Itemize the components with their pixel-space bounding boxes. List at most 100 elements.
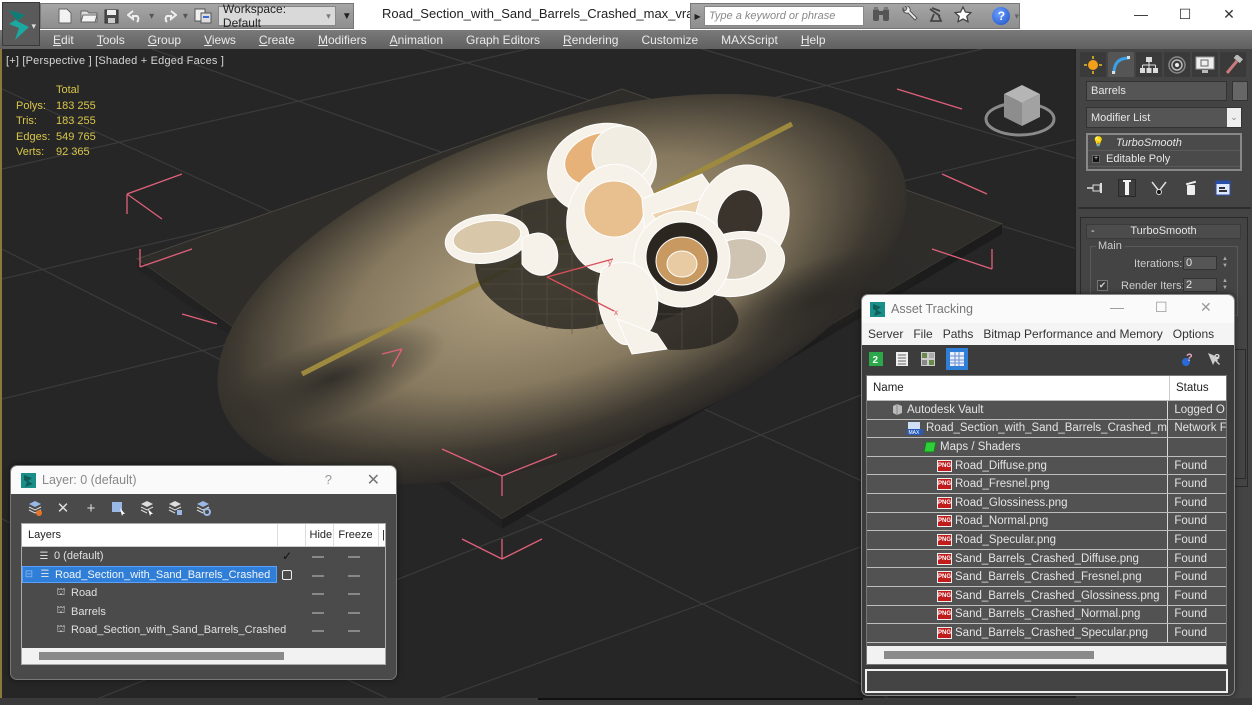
set-current-layer-box[interactable]: [282, 569, 292, 580]
undo-icon[interactable]: [126, 7, 143, 25]
menu-views[interactable]: Views: [204, 33, 236, 47]
make-unique-icon[interactable]: [1150, 179, 1168, 197]
pin-stack-icon[interactable]: [1086, 179, 1104, 197]
tab-create[interactable]: [1080, 52, 1106, 77]
stack-item-turbosmooth[interactable]: 💡 TurboSmooth: [1088, 135, 1240, 151]
column-header-layers[interactable]: Layers: [22, 524, 278, 546]
menu-modifiers[interactable]: Modifiers: [318, 33, 367, 47]
asset-row[interactable]: PNG Road_Normal.png Found: [867, 512, 1226, 532]
stack-item-editable-poly[interactable]: + Editable Poly: [1088, 151, 1240, 167]
help-dropdown-icon[interactable]: ▾: [1014, 11, 1019, 22]
layer-row-road-section[interactable]: ⊟ ☰ Road_Section_with_Sand_Barrels_Crash…: [22, 566, 385, 585]
hide-toggle[interactable]: [312, 574, 324, 577]
asset-row[interactable]: PNG Road_Specular.png Found: [867, 531, 1226, 550]
menu-options[interactable]: Options: [1173, 327, 1214, 341]
viewcube[interactable]: [984, 85, 1056, 137]
render-iters-checkbox[interactable]: ✔: [1097, 280, 1108, 291]
refresh-icon[interactable]: 2: [868, 351, 884, 367]
minimize-button[interactable]: —: [1118, 0, 1164, 28]
show-end-result-icon[interactable]: [1118, 179, 1136, 197]
menu-graph-editors[interactable]: Graph Editors: [466, 33, 540, 47]
plus-icon[interactable]: +: [1092, 154, 1100, 163]
menu-tools[interactable]: Tools: [97, 33, 125, 47]
menu-maxscript[interactable]: MAXScript: [721, 33, 778, 47]
render-iters-spinner[interactable]: 2: [1183, 278, 1217, 292]
column-header-freeze[interactable]: Freeze: [334, 524, 380, 546]
render-iters-spinner-arrows[interactable]: ▲ ▼: [1221, 278, 1229, 292]
table-view-icon[interactable]: [946, 348, 968, 370]
menu-paths[interactable]: Paths: [943, 327, 974, 341]
viewport-label[interactable]: [+] [Perspective ] [Shaded + Edged Faces…: [6, 55, 224, 67]
open-folder-icon[interactable]: [79, 7, 98, 25]
application-menu-button[interactable]: ▾: [2, 2, 40, 46]
communication-center-icon[interactable]: [928, 6, 944, 26]
close-button[interactable]: ✕: [367, 470, 380, 490]
tab-modify[interactable]: [1108, 52, 1134, 77]
redo-dropdown-icon[interactable]: ▾: [183, 11, 188, 22]
collapse-icon[interactable]: ⊟: [23, 569, 35, 581]
freeze-toggle[interactable]: [348, 574, 360, 577]
close-button[interactable]: ✕: [1206, 0, 1252, 28]
freeze-toggle[interactable]: [348, 611, 360, 614]
configure-modifier-sets-icon[interactable]: [1214, 179, 1232, 197]
menu-create[interactable]: Create: [259, 33, 295, 47]
asset-row[interactable]: PNG Sand_Barrels_Crashed_Specular.png Foun…: [867, 624, 1226, 643]
asset-row[interactable]: Autodesk Vault Logged O: [867, 401, 1226, 420]
iterations-spinner[interactable]: 0: [1183, 256, 1217, 270]
select-layer-icon[interactable]: [139, 500, 155, 516]
asset-row[interactable]: PNG Road_Fresnel.png Found: [867, 475, 1226, 494]
add-to-layer-icon[interactable]: +: [83, 500, 99, 517]
layer-row-default[interactable]: ☰ 0 (default) ✓: [22, 547, 385, 566]
object-row-barrels[interactable]: ⛫ Barrels: [22, 603, 385, 622]
column-header-name[interactable]: Name: [867, 376, 1170, 400]
asset-row[interactable]: PNG Sand_Barrels_Crashed_Diffuse.png Found: [867, 549, 1226, 569]
expand-search-icon[interactable]: ▶: [691, 12, 704, 21]
delete-layer-icon[interactable]: ✕: [55, 500, 71, 517]
redo-icon[interactable]: [160, 7, 177, 25]
object-name-field[interactable]: Barrels: [1086, 81, 1227, 101]
menu-customize[interactable]: Customize: [641, 33, 698, 47]
tab-display[interactable]: [1192, 52, 1218, 77]
asset-row[interactable]: PNG Road_Glossiness.png Found: [867, 493, 1226, 513]
search-input[interactable]: [704, 6, 865, 26]
column-header-render[interactable]: |: [379, 529, 385, 541]
hide-toggle[interactable]: [312, 630, 324, 632]
menu-animation[interactable]: Animation: [390, 33, 443, 47]
turbosmooth-rollout-header[interactable]: - TurboSmooth: [1086, 224, 1241, 239]
asset-row[interactable]: Maps / Shaders: [867, 438, 1226, 457]
column-header-hide[interactable]: Hide: [306, 524, 335, 546]
asset-row[interactable]: MAX Road_Section_with_Sand_Barrels_Crashe…: [867, 419, 1226, 439]
set-current-layer-icon[interactable]: [167, 500, 183, 516]
remove-modifier-icon[interactable]: [1182, 179, 1200, 197]
favorites-star-icon[interactable]: [954, 4, 973, 27]
object-row-road-section[interactable]: ⛫ Road_Section_with_Sand_Barrels_Crashed: [22, 621, 385, 640]
column-header-status[interactable]: Status: [1170, 376, 1209, 400]
menu-edit[interactable]: Edit: [53, 33, 74, 47]
wrench-icon[interactable]: [900, 5, 919, 26]
freeze-toggle[interactable]: [348, 593, 360, 595]
hide-toggle[interactable]: [312, 611, 324, 614]
maximize-button[interactable]: ☐: [1162, 0, 1208, 28]
asset-row[interactable]: PNG Sand_Barrels_Crashed_Normal.png Found: [867, 605, 1226, 625]
object-row-road[interactable]: ⛫ Road: [22, 584, 385, 603]
help-question-icon[interactable]: ?: [1180, 351, 1196, 367]
menu-help[interactable]: Help: [801, 33, 826, 47]
close-button[interactable]: ✕: [1200, 299, 1212, 316]
select-objects-in-layer-icon[interactable]: [111, 500, 127, 516]
list-view-icon[interactable]: [894, 351, 910, 367]
menu-server[interactable]: Server: [868, 327, 903, 341]
hide-toggle[interactable]: [312, 593, 324, 595]
help-icon[interactable]: ?: [992, 7, 1011, 25]
menu-rendering[interactable]: Rendering: [563, 33, 618, 47]
lightbulb-icon[interactable]: 💡: [1092, 137, 1104, 148]
asset-row[interactable]: PNG Sand_Barrels_Crashed_Glossiness.png Fo…: [867, 586, 1226, 606]
scrollbar-thumb[interactable]: [39, 652, 284, 660]
thumbnail-view-icon[interactable]: [920, 351, 936, 367]
menu-group[interactable]: Group: [148, 33, 181, 47]
save-icon[interactable]: [104, 7, 121, 25]
undo-dropdown-icon[interactable]: ▾: [149, 11, 154, 22]
binoculars-icon[interactable]: [872, 6, 890, 26]
tab-utilities[interactable]: [1220, 52, 1246, 77]
create-layer-icon[interactable]: [27, 500, 43, 516]
asset-row[interactable]: PNG Sand_Barrels_Crashed_Fresnel.png Found: [867, 568, 1226, 587]
